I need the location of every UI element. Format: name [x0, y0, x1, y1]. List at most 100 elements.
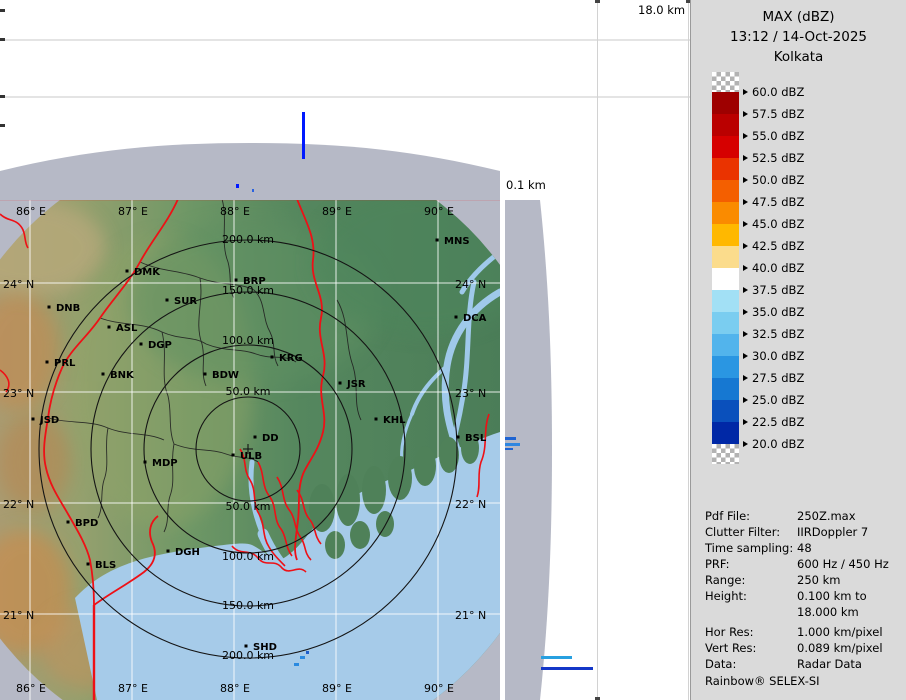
lat-label-left: 22° N [3, 498, 34, 511]
station-dot-BRP [234, 278, 238, 282]
legend-value-label: 50.0 dBZ [752, 173, 805, 187]
height-axis-tick [0, 95, 5, 98]
radar-application-window: 18.0 km 0.1 km 86° E 86° E 87° E 87° E 88° E… [0, 0, 906, 700]
station-dot-JSR [338, 381, 342, 385]
software-brand: Rainbow® SELEX-SI [705, 674, 820, 688]
metadata-row: PRF: 600 Hz / 450 Hz [705, 556, 889, 572]
lat-label-left: 24° N [3, 278, 34, 291]
legend-value-label: 55.0 dBZ [752, 129, 805, 143]
legend-arrow-icon [743, 441, 748, 447]
metadata-value: 0.100 km to [797, 589, 867, 603]
station-dot-SUR [165, 298, 169, 302]
legend-entry: 40.0 dBZ [743, 261, 804, 275]
station-label-BPD: BPD [75, 518, 98, 529]
metadata-value: Radar Data [797, 657, 862, 671]
legend-entry: 47.5 dBZ [743, 195, 804, 209]
radar-map [0, 200, 500, 700]
legend-value-label: 40.0 dBZ [752, 261, 805, 275]
station-dot-DGP [139, 342, 143, 346]
metadata-label: PRF: [705, 557, 730, 571]
height-axis-tick [0, 38, 5, 41]
station-dot-ULB [231, 453, 235, 457]
height-axis-tick [0, 124, 5, 127]
station-label-PRL: PRL [54, 358, 76, 369]
metadata-label: Pdf File: [705, 509, 751, 523]
legend-arrow-icon [743, 287, 748, 293]
echo-top-view-column [302, 112, 305, 159]
legend-entry: 52.5 dBZ [743, 151, 804, 165]
metadata-row: Range: 250 km [705, 572, 889, 588]
max-height-label: 18.0 km [638, 3, 685, 17]
radar-display-canvas: 18.0 km 0.1 km 86° E 86° E 87° E 87° E 88° E… [0, 0, 690, 700]
metadata-row: Vert Res: 0.089 km/pixel [705, 640, 883, 656]
metadata-value: 0.089 km/pixel [797, 641, 883, 655]
station-dot-BPD [66, 520, 70, 524]
station-label-BNK: BNK [110, 370, 135, 381]
metadata-block-2: Hor Res: 1.000 km/pixel Vert Res: 0.089 km/… [705, 624, 883, 672]
lat-label-right: 22° N [455, 498, 486, 511]
metadata-label: Time sampling: [705, 541, 794, 555]
legend-entry: 60.0 dBZ [743, 85, 804, 99]
station-dot-KRG [270, 355, 274, 359]
legend-value-label: 47.5 dBZ [752, 195, 805, 209]
metadata-value: 18.000 km [797, 605, 859, 619]
station-label-DMK: DMK [134, 267, 161, 278]
station-dot-ASL [107, 325, 111, 329]
legend-entry: 35.0 dBZ [743, 305, 804, 319]
metadata-row: Pdf File: 250Z.max [705, 508, 889, 524]
station-label-SUR: SUR [174, 296, 197, 307]
station-dot-MDP [143, 460, 147, 464]
metadata-row: Hor Res: 1.000 km/pixel [705, 624, 883, 640]
legend-value-label: 37.5 dBZ [752, 283, 805, 297]
station-label-KHL: KHL [383, 415, 406, 426]
legend-arrow-icon [743, 177, 748, 183]
metadata-value: 48 [797, 541, 812, 555]
station-label-BLS: BLS [95, 560, 116, 571]
lat-label-right: 23° N [455, 387, 486, 400]
station-dot-DGH [166, 549, 170, 553]
metadata-value: 250 km [797, 573, 841, 587]
legend-entry: 25.0 dBZ [743, 393, 804, 407]
metadata-value: 600 Hz / 450 Hz [797, 557, 889, 571]
legend-entry: 42.5 dBZ [743, 239, 804, 253]
station-label-JSR: JSR [346, 379, 366, 390]
metadata-row: Height: 0.100 km to [705, 588, 889, 604]
range-ring-label: 50.0 km [225, 385, 270, 398]
legend-entry: 37.5 dBZ [743, 283, 804, 297]
min-height-label: 0.1 km [506, 178, 546, 192]
station-label-ASL: ASL [116, 323, 138, 334]
lon-label-top: 86° E [16, 205, 46, 218]
metadata-label: Vert Res: [705, 641, 757, 655]
lon-label-bottom: 90° E [424, 682, 454, 695]
legend-arrow-icon [743, 265, 748, 271]
legend-arrow-icon [743, 155, 748, 161]
lat-label-left: 23° N [3, 387, 34, 400]
station-dot-PRL [45, 360, 49, 364]
legend-entry: 30.0 dBZ [743, 349, 804, 363]
legend-arrow-icon [743, 353, 748, 359]
legend-arrow-icon [743, 243, 748, 249]
legend-arrow-icon [743, 199, 748, 205]
legend-value-label: 42.5 dBZ [752, 239, 805, 253]
metadata-label: Hor Res: [705, 625, 754, 639]
metadata-row: 18.000 km [705, 604, 889, 620]
range-ring-label: 50.0 km [225, 500, 270, 513]
legend-entry: 50.0 dBZ [743, 173, 804, 187]
metadata-value: IIRDoppler 7 [797, 525, 869, 539]
lat-label-left: 21° N [3, 609, 34, 622]
station-dot-KHL [374, 417, 378, 421]
legend-arrow-icon [743, 221, 748, 227]
legend-arrow-icon [743, 89, 748, 95]
lat-label-right: 21° N [455, 609, 486, 622]
lon-label-bottom: 89° E [322, 682, 352, 695]
legend-value-label: 30.0 dBZ [752, 349, 805, 363]
lat-label-right: 24° N [455, 278, 486, 291]
legend-arrow-icon [743, 111, 748, 117]
echo-side-view [505, 437, 516, 440]
station-label-MDP: MDP [152, 458, 178, 469]
station-label-MNS: MNS [444, 236, 470, 247]
station-label-DCA: DCA [463, 313, 487, 324]
station-label-KRG: KRG [279, 353, 303, 364]
legend-value-label: 60.0 dBZ [752, 85, 805, 99]
metadata-block: Pdf File: 250Z.max Clutter Filter: IIRDoppl… [705, 508, 889, 620]
